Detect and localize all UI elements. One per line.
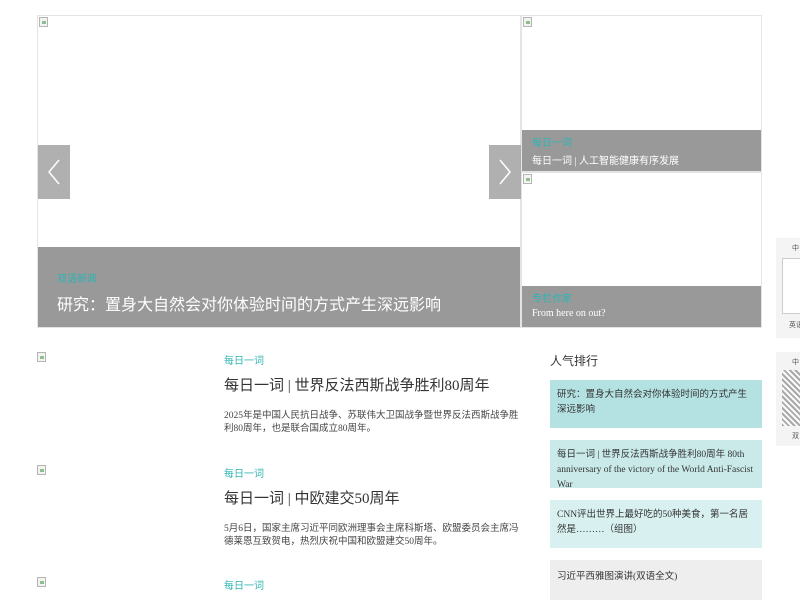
article-category[interactable]: 每日一词 [224,577,264,592]
chevron-left-icon [48,159,60,185]
edge-widget-label: 中 [792,244,799,252]
ranking-item[interactable]: 习近平西雅图演讲(双语全文) [550,560,762,600]
article-description: 5月6日，国家主席习近平同欧洲理事会主席科斯塔、欧盟委员会主席冯德莱恩互致贺电，… [224,524,519,547]
broken-image-icon [782,258,800,314]
article-description: 2025年是中国人民抗日战争、苏联伟大卫国战争暨世界反法西斯战争胜利80周年，也… [224,411,519,434]
list-item: 每日一词 每日一词 | 中欧建交50周年 5月6日，国家主席习近平同欧洲理事会主… [37,465,527,575]
hero-main-caption: 双语新闻 研究：置身大自然会对你体验时间的方式产生深远影响 [38,247,520,327]
edge-widget-label: 英语 [789,321,800,329]
broken-image-icon [523,17,532,27]
next-slide-button[interactable] [489,145,521,199]
side-card-caption: 专栏作家 From here on out? [522,286,761,327]
side-card-title[interactable]: From here on out? [532,308,606,319]
list-item: 每日一词 每日一词 | 世界反法西斯战争胜利80周年 2025年是中国人民抗日战… [37,352,527,462]
side-card-daily-word[interactable]: 每日一词 每日一词 | 人工智能健康有序发展 [521,15,762,172]
qr-code-icon [782,370,800,426]
article-thumbnail[interactable] [37,577,46,587]
edge-widget-qr[interactable]: 中 双 [776,352,800,446]
hero-main-title[interactable]: 研究：置身大自然会对你体验时间的方式产生深远影响 [57,291,441,315]
ranking-heading: 人气排行 [550,354,599,368]
article-title[interactable]: 每日一词 | 中欧建交50周年 [224,487,400,508]
article-category[interactable]: 每日一词 [224,465,264,480]
broken-image-icon [523,174,532,184]
article-title[interactable]: 每日一词 | 世界反法西斯战争胜利80周年 [224,374,490,395]
ranking-item[interactable]: 每日一词 | 世界反法西斯战争胜利80周年 80th anniversary o… [550,440,762,488]
side-card-category[interactable]: 每日一词 [532,134,572,149]
hero-main-slide[interactable]: 双语新闻 研究：置身大自然会对你体验时间的方式产生深远影响 [37,15,521,328]
article-thumbnail[interactable] [37,352,46,362]
side-card-columnist[interactable]: 专栏作家 From here on out? [521,172,762,328]
chevron-right-icon [499,159,511,185]
edge-widget-label: 双 [792,432,799,440]
prev-slide-button[interactable] [38,145,70,199]
edge-widget-english[interactable]: 中 英语 [776,238,800,338]
article-thumbnail[interactable] [37,465,46,475]
list-item: 每日一词 [37,577,527,600]
side-card-caption: 每日一词 每日一词 | 人工智能健康有序发展 [522,130,761,171]
hero-main-category[interactable]: 双语新闻 [57,270,97,285]
article-category[interactable]: 每日一词 [224,352,264,367]
side-card-title[interactable]: 每日一词 | 人工智能健康有序发展 [532,152,679,167]
broken-image-icon [39,17,48,27]
ranking-item[interactable]: 研究：置身大自然会对你体验时间的方式产生深远影响 [550,380,762,428]
ranking-item[interactable]: CNN评出世界上最好吃的50种美食，第一名居然是………（组图） [550,500,762,548]
edge-widget-label: 中 [792,358,799,366]
side-card-category[interactable]: 专栏作家 [532,290,572,305]
